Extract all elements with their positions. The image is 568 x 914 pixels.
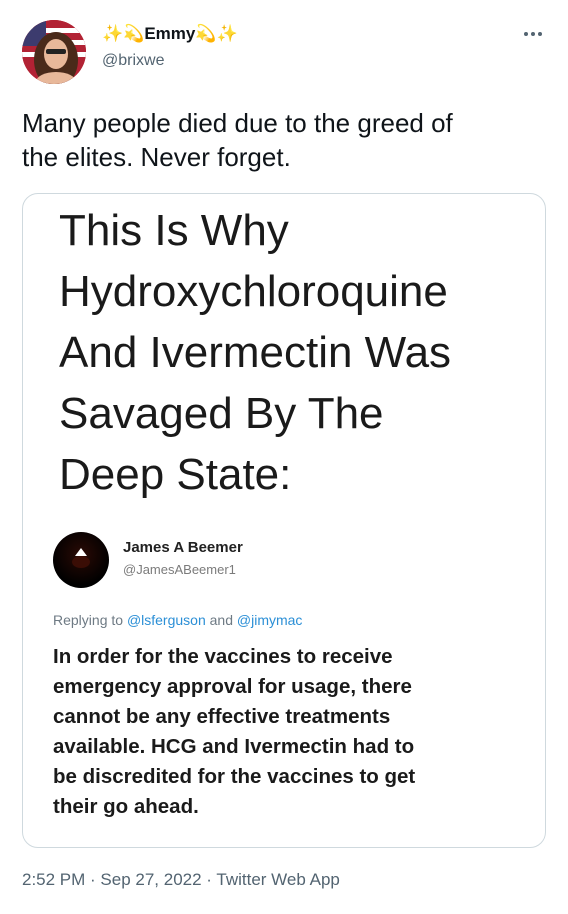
- meta-separator: ·: [201, 870, 217, 889]
- quoted-body-line: available. HCG and Ivermectin had to: [53, 735, 415, 758]
- avatar-image: [22, 20, 86, 84]
- author-avatar[interactable]: [22, 20, 86, 84]
- quoted-body-line: In order for the vaccines to receive: [53, 645, 393, 668]
- headline-line: Hydroxychloroquine: [59, 267, 448, 316]
- tweet-meta: 2:52 PM · Sep 27, 2022 · Twitter Web App: [22, 870, 340, 890]
- quoted-body: In order for the vaccines to receive eme…: [53, 642, 533, 822]
- headline-line: This Is Why: [59, 206, 289, 255]
- tweet-header: ✨💫Emmy💫✨ @brixwe: [0, 0, 568, 100]
- replying-and: and: [205, 612, 237, 628]
- quoted-handle: @JamesABeemer1: [123, 562, 236, 577]
- more-dot: [531, 32, 535, 36]
- replying-to: Replying to @lsferguson and @jimymac: [53, 612, 302, 628]
- author-display-name[interactable]: ✨💫Emmy💫✨: [102, 24, 238, 44]
- meta-separator: ·: [85, 870, 101, 889]
- tweet-text-line: Many people died due to the greed of: [22, 108, 453, 138]
- quoted-avatar-art: [72, 548, 90, 568]
- tweet-source[interactable]: Twitter Web App: [216, 870, 339, 889]
- quoted-body-line: cannot be any effective treatments: [53, 705, 391, 728]
- headline-line: Savaged By The: [59, 389, 384, 438]
- more-dot: [538, 32, 542, 36]
- more-dot: [524, 32, 528, 36]
- headline-line: And Ivermectin Was: [59, 328, 452, 377]
- tweet-media-image[interactable]: This Is Why Hydroxychloroquine And Iverm…: [22, 193, 546, 848]
- tweet-date[interactable]: Sep 27, 2022: [100, 870, 201, 889]
- tweet-text-line: the elites. Never forget.: [22, 142, 291, 172]
- replying-user: @jimymac: [236, 612, 303, 628]
- quoted-name: James A Beemer: [123, 539, 243, 556]
- quoted-avatar: [53, 532, 109, 588]
- quoted-body-line: emergency approval for usage, there: [53, 675, 412, 698]
- more-icon[interactable]: [520, 24, 546, 44]
- author-handle[interactable]: @brixwe: [102, 52, 164, 70]
- quoted-body-line: their go ahead.: [53, 795, 199, 818]
- tweet-text: Many people died due to the greed of the…: [22, 106, 542, 174]
- replying-prefix: Replying to: [53, 612, 127, 628]
- image-headline: This Is Why Hydroxychloroquine And Iverm…: [59, 200, 529, 505]
- replying-user: @lsferguson: [126, 612, 206, 628]
- headline-line: Deep State:: [59, 450, 292, 499]
- tweet-time[interactable]: 2:52 PM: [22, 870, 85, 889]
- quoted-body-line: be discredited for the vaccines to get: [53, 765, 416, 788]
